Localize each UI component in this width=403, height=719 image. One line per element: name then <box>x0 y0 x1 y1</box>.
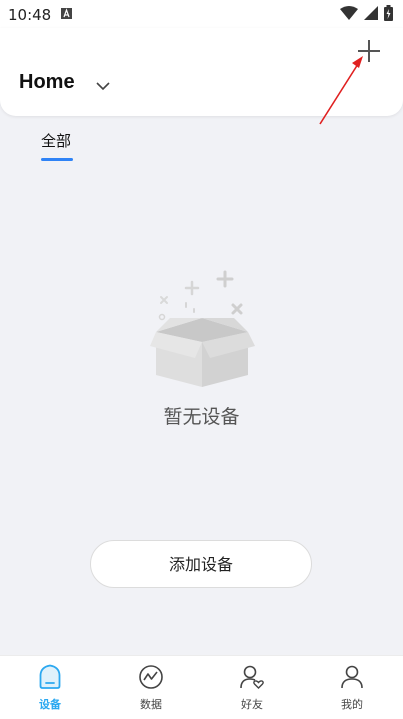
device-tabs: 全部 <box>0 126 403 166</box>
nav-item-devices[interactable]: 设备 <box>0 656 100 719</box>
friends-icon <box>240 665 264 689</box>
status-icons <box>340 5 393 21</box>
tab-all[interactable]: 全部 <box>41 130 71 151</box>
home-selector-title[interactable]: Home <box>19 71 75 94</box>
nav-item-data[interactable]: 数据 <box>101 656 201 719</box>
nav-item-friends[interactable]: 好友 <box>202 656 302 719</box>
add-plus-button[interactable] <box>356 38 382 64</box>
nav-label-friends: 好友 <box>241 698 263 711</box>
bottom-nav: 设备 数据 好友 我的 <box>0 655 403 719</box>
header: Home <box>0 28 403 116</box>
status-bar: 10:48 <box>0 0 403 28</box>
chevron-down-icon[interactable] <box>95 80 111 92</box>
empty-box-icon <box>150 270 255 387</box>
status-time: 10:48 <box>8 6 52 24</box>
profile-icon <box>341 665 363 689</box>
tab-active-indicator <box>41 158 73 161</box>
battery-icon <box>384 5 393 21</box>
chart-icon <box>139 665 163 689</box>
nav-item-profile[interactable]: 我的 <box>302 656 402 719</box>
empty-state-text: 暂无设备 <box>163 406 240 428</box>
nav-label-devices: 设备 <box>39 698 61 711</box>
wifi-icon <box>340 6 358 20</box>
add-device-button[interactable]: 添加设备 <box>90 540 312 588</box>
nav-label-data: 数据 <box>140 698 162 711</box>
a-box-icon <box>61 8 72 19</box>
nav-label-profile: 我的 <box>341 698 363 711</box>
home-device-icon <box>39 664 61 689</box>
signal-icon <box>364 6 378 20</box>
